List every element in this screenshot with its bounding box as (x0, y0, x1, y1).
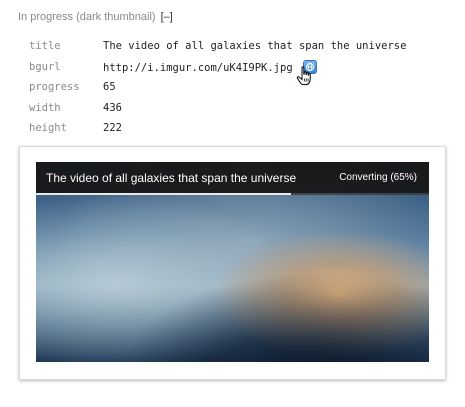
conversion-status: Converting (65%) (339, 172, 417, 183)
hand-pointer-icon (296, 66, 311, 86)
property-value: The video of all galaxies that span the … (103, 40, 407, 53)
property-row-bgurl: bgurl http://i.imgur.com/uK4I9PK.jpg (29, 57, 406, 78)
property-key: title (29, 40, 61, 53)
video-title: The video of all galaxies that span the … (46, 171, 297, 185)
property-row-height: height 222 (29, 118, 406, 139)
property-key: progress (29, 81, 80, 94)
property-key: width (29, 101, 61, 114)
progress-bar (36, 193, 429, 195)
video-thumbnail[interactable]: The video of all galaxies that span the … (36, 162, 429, 362)
property-value: 222 (103, 122, 122, 135)
collapse-toggle[interactable]: [–] (161, 11, 173, 23)
properties-table: title The video of all galaxies that spa… (29, 36, 406, 139)
property-value: http://i.imgur.com/uK4I9PK.jpg (103, 61, 293, 74)
thumbnail-title-bar: The video of all galaxies that span the … (36, 162, 429, 193)
property-row-width: width 436 (29, 98, 406, 119)
property-key: bgurl (29, 60, 61, 73)
property-value-cell: http://i.imgur.com/uK4I9PK.jpg (103, 57, 406, 78)
property-value: 436 (103, 101, 122, 114)
section-header: In progress (dark thumbnail) [–] (18, 11, 173, 23)
section-label: In progress (dark thumbnail) (18, 11, 156, 23)
progress-bar-fill (36, 193, 292, 195)
property-row-progress: progress 65 (29, 77, 406, 98)
property-row-title: title The video of all galaxies that spa… (29, 36, 406, 57)
property-key: height (29, 122, 67, 135)
property-value: 65 (103, 81, 116, 94)
